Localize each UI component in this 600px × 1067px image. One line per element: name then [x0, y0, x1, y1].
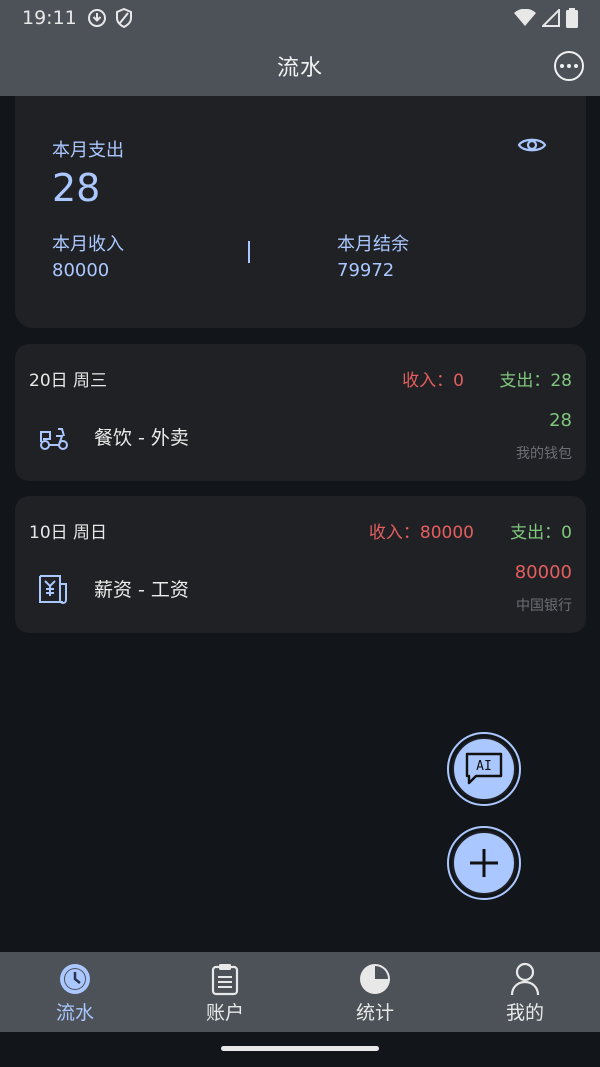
- shield-icon: [115, 8, 132, 28]
- monthly-summary-card: 本月支出 28 本月收入 80000 本月结余 79972: [15, 96, 586, 328]
- battery-icon: [566, 8, 578, 28]
- monthly-expense-value: 28: [52, 166, 101, 210]
- wifi-icon: [514, 9, 536, 26]
- transaction-account: 中国银行: [516, 598, 572, 614]
- transaction-name: 薪资 - 工资: [94, 579, 189, 601]
- monthly-balance-label: 本月结余: [337, 234, 409, 255]
- salary-receipt-icon: [39, 575, 67, 604]
- day-expense: 支出：0: [510, 523, 572, 543]
- nav-label: 流水: [55, 1002, 94, 1024]
- more-dot-icon: [560, 64, 564, 68]
- status-bar: 19:11: [0, 0, 600, 36]
- plus-icon: [470, 849, 498, 877]
- bottom-navigation: 流水 账户 统计 我的: [0, 952, 600, 1032]
- pie-chart-icon: [360, 964, 390, 994]
- app-bar: 流水: [0, 36, 600, 96]
- nav-item-profile[interactable]: 我的: [450, 952, 600, 1032]
- nav-label: 账户: [205, 1002, 244, 1024]
- day-group-card: 20日 周三 收入：0 支出：28 餐饮 - 外卖 28 我的钱包: [15, 344, 586, 481]
- day-date: 20日 周三: [29, 371, 108, 391]
- person-icon: [510, 962, 540, 996]
- ai-label: AI: [476, 759, 492, 774]
- nav-item-statistics[interactable]: 统计: [300, 952, 450, 1032]
- clipboard-icon: [211, 964, 239, 996]
- monthly-expense-label: 本月支出: [52, 140, 124, 161]
- day-income: 收入：0: [402, 371, 464, 391]
- page-title: 流水: [276, 56, 323, 81]
- ai-chat-icon: AI: [465, 752, 503, 785]
- transaction-amount: 28: [549, 410, 572, 431]
- nav-label: 统计: [355, 1002, 394, 1024]
- transaction-account: 我的钱包: [516, 446, 572, 462]
- nav-item-flow[interactable]: 流水: [0, 952, 150, 1032]
- day-group-card: 10日 周日 收入：80000 支出：0 薪资 - 工资 80000 中国银行: [15, 496, 586, 633]
- add-transaction-button[interactable]: [447, 826, 521, 900]
- day-date: 10日 周日: [29, 523, 108, 543]
- more-options-button[interactable]: [554, 51, 584, 81]
- home-indicator[interactable]: [221, 1046, 379, 1051]
- more-dot-icon: [574, 64, 578, 68]
- transaction-amount: 80000: [514, 562, 572, 583]
- signal-icon: [542, 9, 560, 27]
- download-icon: [87, 9, 106, 27]
- more-dot-icon: [567, 64, 571, 68]
- monthly-income-value: 80000: [52, 260, 110, 281]
- nav-label: 我的: [505, 1002, 544, 1024]
- status-time: 19:11: [22, 7, 77, 29]
- nav-item-accounts[interactable]: 账户: [150, 952, 300, 1032]
- monthly-income-label: 本月收入: [52, 234, 124, 255]
- day-expense: 支出：28: [499, 371, 572, 391]
- eye-icon[interactable]: [517, 134, 547, 156]
- ai-assistant-button[interactable]: AI: [447, 732, 521, 806]
- clock-icon: [60, 964, 90, 994]
- summary-divider: [248, 241, 250, 263]
- monthly-balance-value: 79972: [337, 260, 395, 281]
- day-income: 收入：80000: [368, 523, 474, 543]
- scooter-icon: [40, 428, 68, 450]
- transaction-name: 餐饮 - 外卖: [94, 427, 189, 449]
